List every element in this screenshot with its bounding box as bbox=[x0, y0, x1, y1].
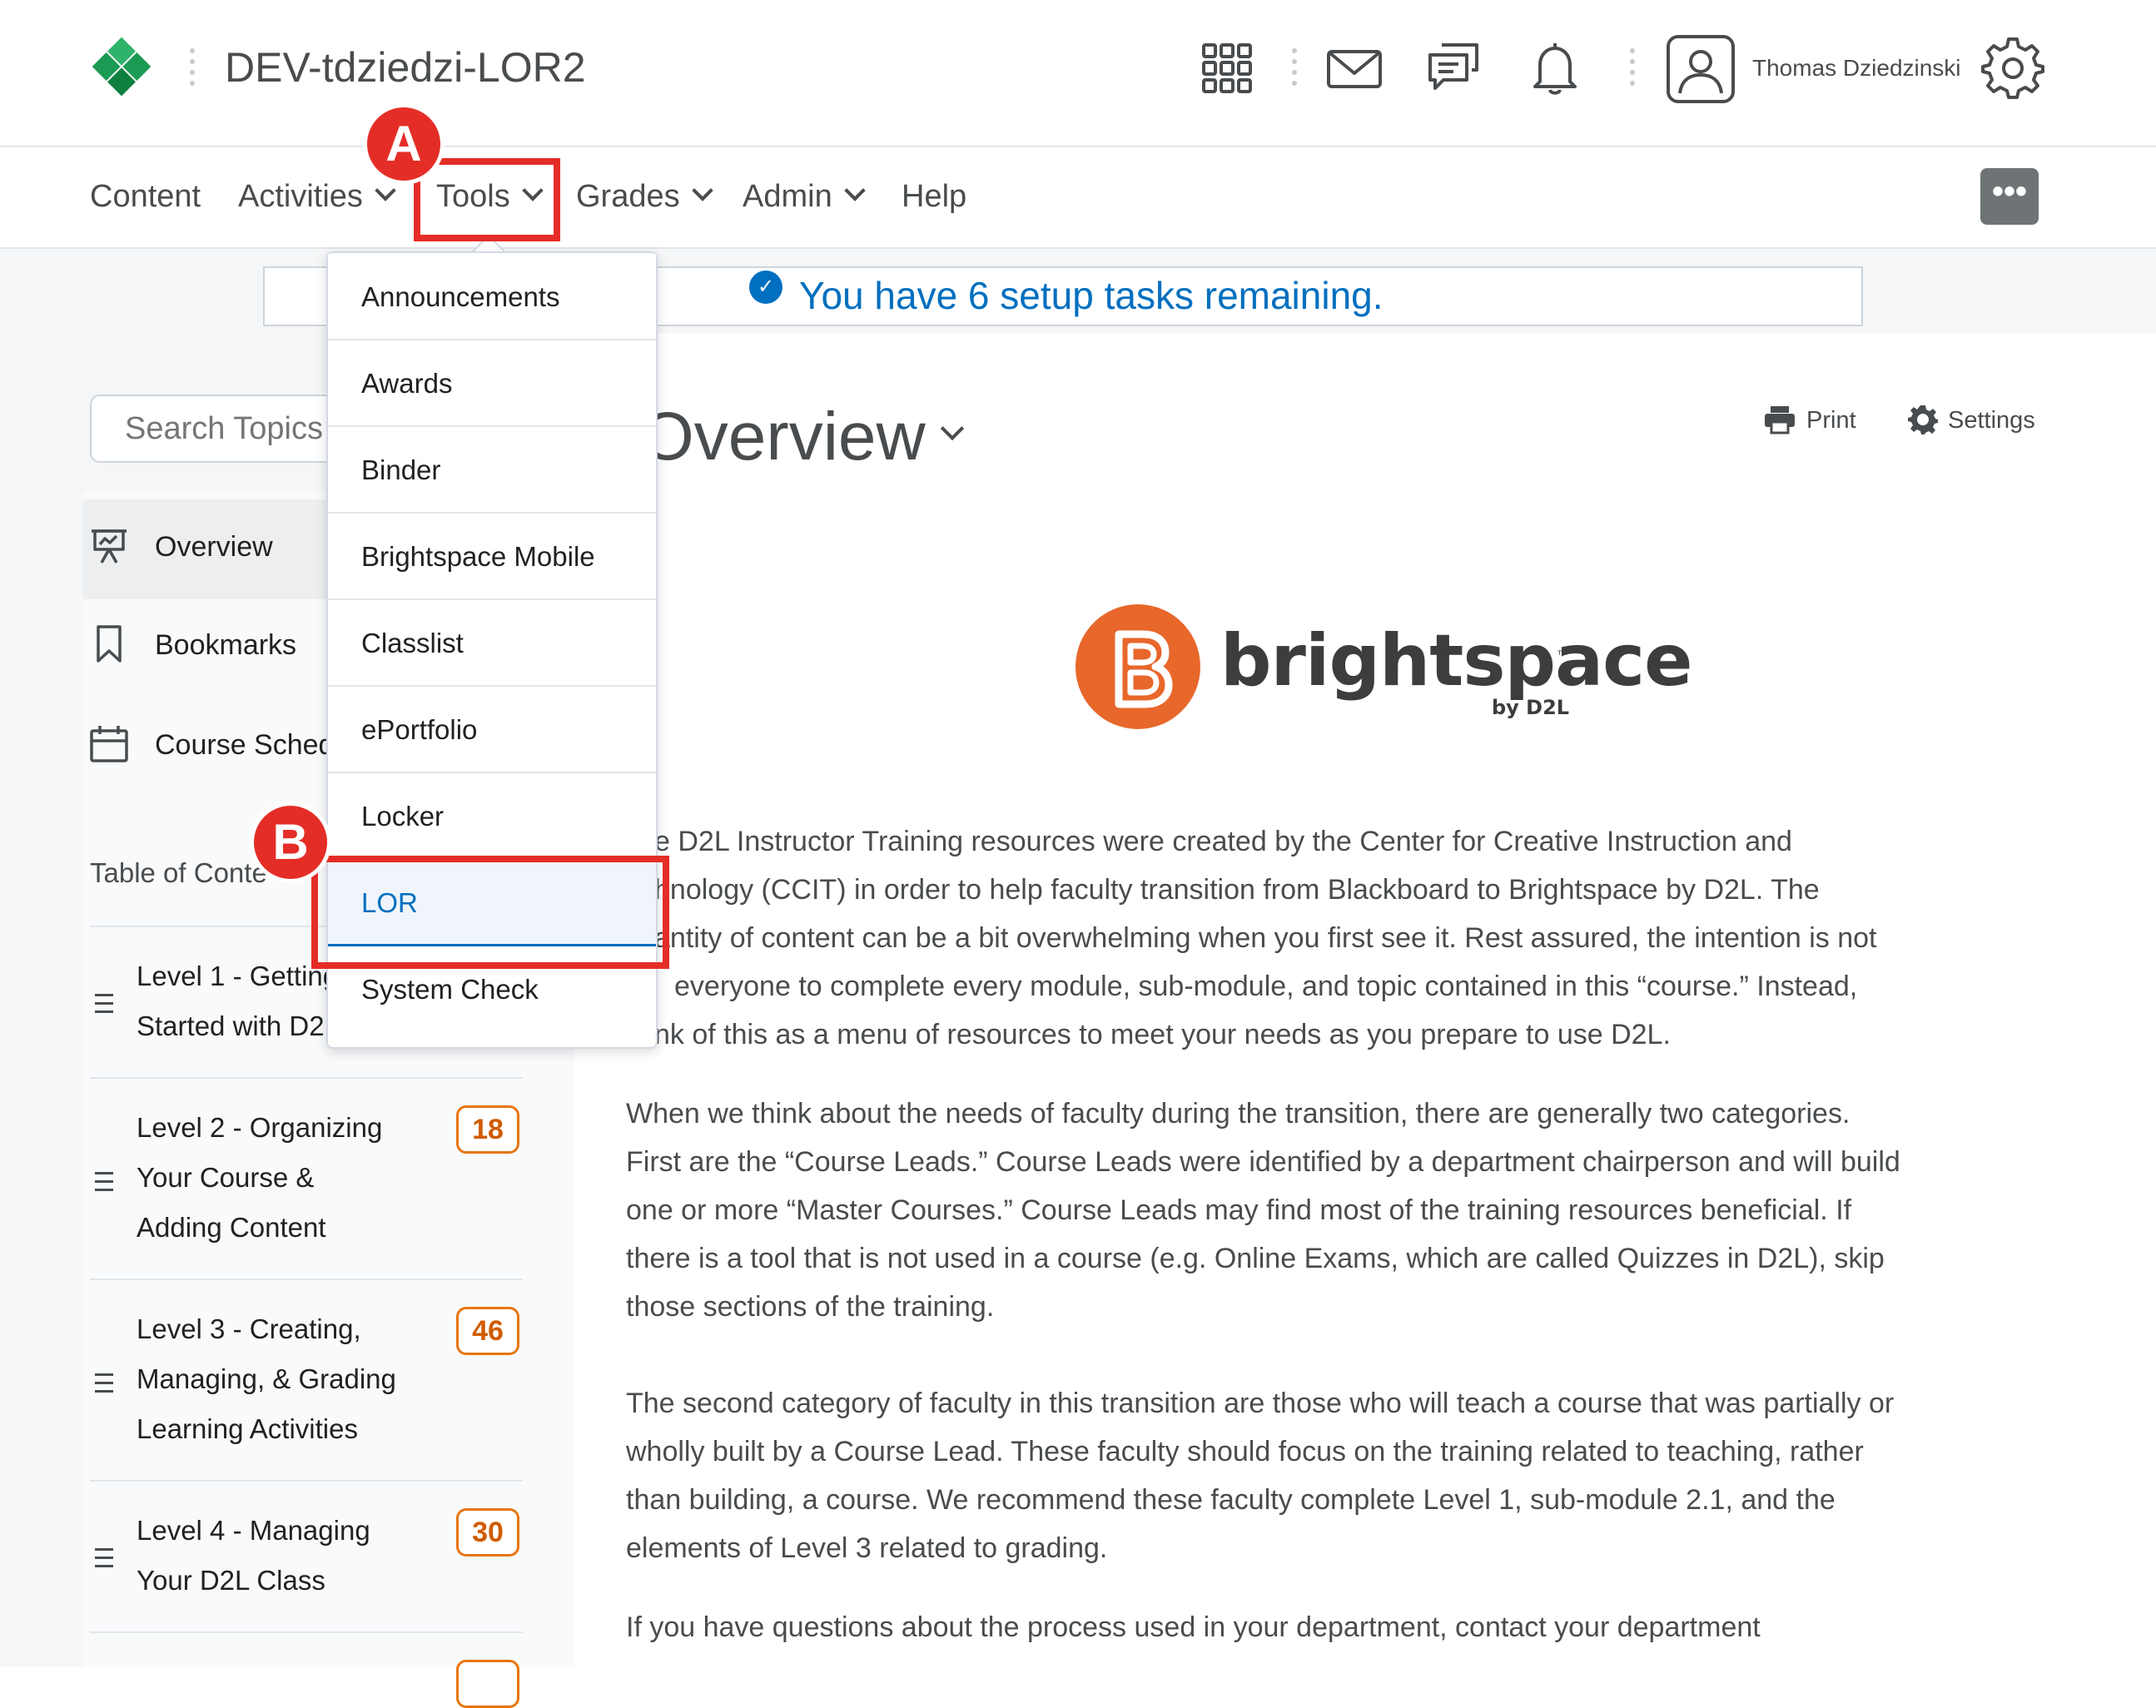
nav-help[interactable]: Help bbox=[902, 179, 966, 215]
menu-item-awards[interactable]: Awards bbox=[328, 340, 656, 427]
more-options-button[interactable]: ••• bbox=[1980, 168, 2039, 225]
nav-admin[interactable]: Admin bbox=[743, 179, 866, 215]
org-title[interactable]: DEV-tdziedzi-LOR2 bbox=[225, 43, 586, 92]
brightspace-byline: by D2L bbox=[1492, 696, 1570, 719]
mail-icon[interactable] bbox=[1324, 37, 1387, 100]
menu-item-classlist[interactable]: Classlist bbox=[328, 600, 656, 687]
menu-item-locker[interactable]: Locker bbox=[328, 773, 656, 860]
toc-module-title: Started with D2 bbox=[137, 1010, 325, 1041]
presentation-icon bbox=[92, 529, 127, 564]
toc-module-level-4[interactable]: Level 4 - Managing Your D2L Class 30 bbox=[90, 1480, 523, 1631]
menu-item-binder[interactable]: Binder bbox=[328, 427, 656, 514]
setup-tasks-link[interactable]: You have 6 setup tasks remaining. bbox=[799, 273, 1384, 318]
drag-handle-icon[interactable] bbox=[95, 1548, 113, 1573]
settings-button[interactable]: Settings bbox=[1908, 405, 2035, 434]
header-separator bbox=[190, 48, 195, 92]
trademark-mark: ™ bbox=[1557, 648, 1568, 661]
page-title: Overview bbox=[641, 399, 926, 474]
toc-module-level-5[interactable] bbox=[90, 1631, 523, 1708]
toc-module-title: Learning Activities bbox=[137, 1413, 358, 1444]
table-of-contents-heading: Table of Conte bbox=[90, 857, 267, 888]
toc-module-title: Level 3 - Creating, bbox=[137, 1313, 361, 1344]
brightspace-b-icon bbox=[1115, 630, 1173, 708]
toc-count-badge: 18 bbox=[456, 1105, 519, 1154]
drag-handle-icon[interactable] bbox=[95, 994, 113, 1019]
sidebar-item-bookmarks[interactable]: Bookmarks bbox=[83, 598, 333, 698]
sidebar-item-label: Overview bbox=[155, 531, 273, 563]
nav-activities[interactable]: Activities bbox=[238, 179, 396, 215]
body-paragraph: When we think about the needs of faculty… bbox=[626, 1098, 1900, 1323]
org-logo[interactable] bbox=[90, 35, 153, 98]
toc-module-title: Level 4 - Managing bbox=[137, 1515, 370, 1546]
gear-icon[interactable] bbox=[1981, 37, 2044, 100]
calendar-icon bbox=[90, 726, 128, 762]
body-paragraph: e D2L Instructor Training resources were… bbox=[654, 826, 1877, 1050]
brightspace-logo bbox=[1076, 604, 1200, 729]
toc-module-title: Managing, & Grading bbox=[137, 1363, 396, 1394]
menu-item-announcements[interactable]: Announcements bbox=[328, 254, 656, 340]
body-paragraph: The second category of faculty in this t… bbox=[626, 1388, 1895, 1564]
callout-badge-a: A bbox=[363, 103, 445, 185]
drag-handle-icon[interactable] bbox=[95, 1373, 113, 1398]
waffle-icon[interactable] bbox=[1195, 37, 1259, 100]
toc-module-title: Your Course & bbox=[137, 1162, 315, 1193]
checklist-icon: ✓ bbox=[749, 271, 782, 304]
user-name[interactable]: Thomas Dziedzinski bbox=[1752, 55, 1961, 82]
toc-count-badge: 30 bbox=[456, 1508, 519, 1557]
toc-count-badge: 46 bbox=[456, 1307, 519, 1355]
body-paragraph: If you have questions about the process … bbox=[626, 1611, 1761, 1643]
menu-item-brightspace-mobile[interactable]: Brightspace Mobile bbox=[328, 514, 656, 600]
bookmark-icon bbox=[97, 625, 122, 663]
sidebar-item-course-schedule[interactable]: Course Schedu bbox=[83, 698, 350, 797]
toc-module-title: Level 1 - Getting bbox=[137, 961, 339, 991]
menu-item-eportfolio[interactable]: ePortfolio bbox=[328, 687, 656, 773]
toc-module-level-3[interactable]: Level 3 - Creating, Managing, & Grading … bbox=[90, 1279, 523, 1480]
chat-icon[interactable] bbox=[1422, 37, 1485, 100]
drag-handle-icon[interactable] bbox=[95, 1172, 113, 1197]
chevron-down-icon bbox=[843, 180, 866, 201]
print-button[interactable]: Print bbox=[1763, 405, 1856, 434]
bell-icon[interactable] bbox=[1523, 37, 1587, 100]
nav-content[interactable]: Content bbox=[90, 179, 201, 215]
callout-highlight-lor bbox=[311, 856, 669, 969]
sidebar-item-label: Bookmarks bbox=[155, 629, 297, 661]
toc-module-title: Adding Content bbox=[137, 1212, 326, 1243]
toc-module-title: Level 2 - Organizing bbox=[137, 1112, 383, 1143]
gear-icon bbox=[1908, 405, 1938, 434]
chevron-down-icon bbox=[691, 180, 713, 201]
sidebar-item-label: Course Schedu bbox=[155, 729, 350, 761]
callout-badge-b: B bbox=[250, 802, 331, 883]
avatar-icon bbox=[1678, 50, 1723, 94]
header-separator bbox=[1292, 48, 1297, 92]
sidebar-item-overview[interactable]: Overview bbox=[83, 499, 341, 599]
nav-grades[interactable]: Grades bbox=[576, 179, 713, 215]
printer-icon bbox=[1765, 406, 1795, 434]
header-separator bbox=[1630, 48, 1635, 92]
brightspace-wordmark: brightspace bbox=[1220, 619, 1692, 703]
toc-module-level-2[interactable]: Level 2 - Organizing Your Course & Addin… bbox=[90, 1077, 523, 1279]
avatar[interactable] bbox=[1667, 35, 1735, 103]
callout-highlight-tools bbox=[414, 158, 560, 241]
toc-module-title: Your D2L Class bbox=[137, 1565, 325, 1596]
